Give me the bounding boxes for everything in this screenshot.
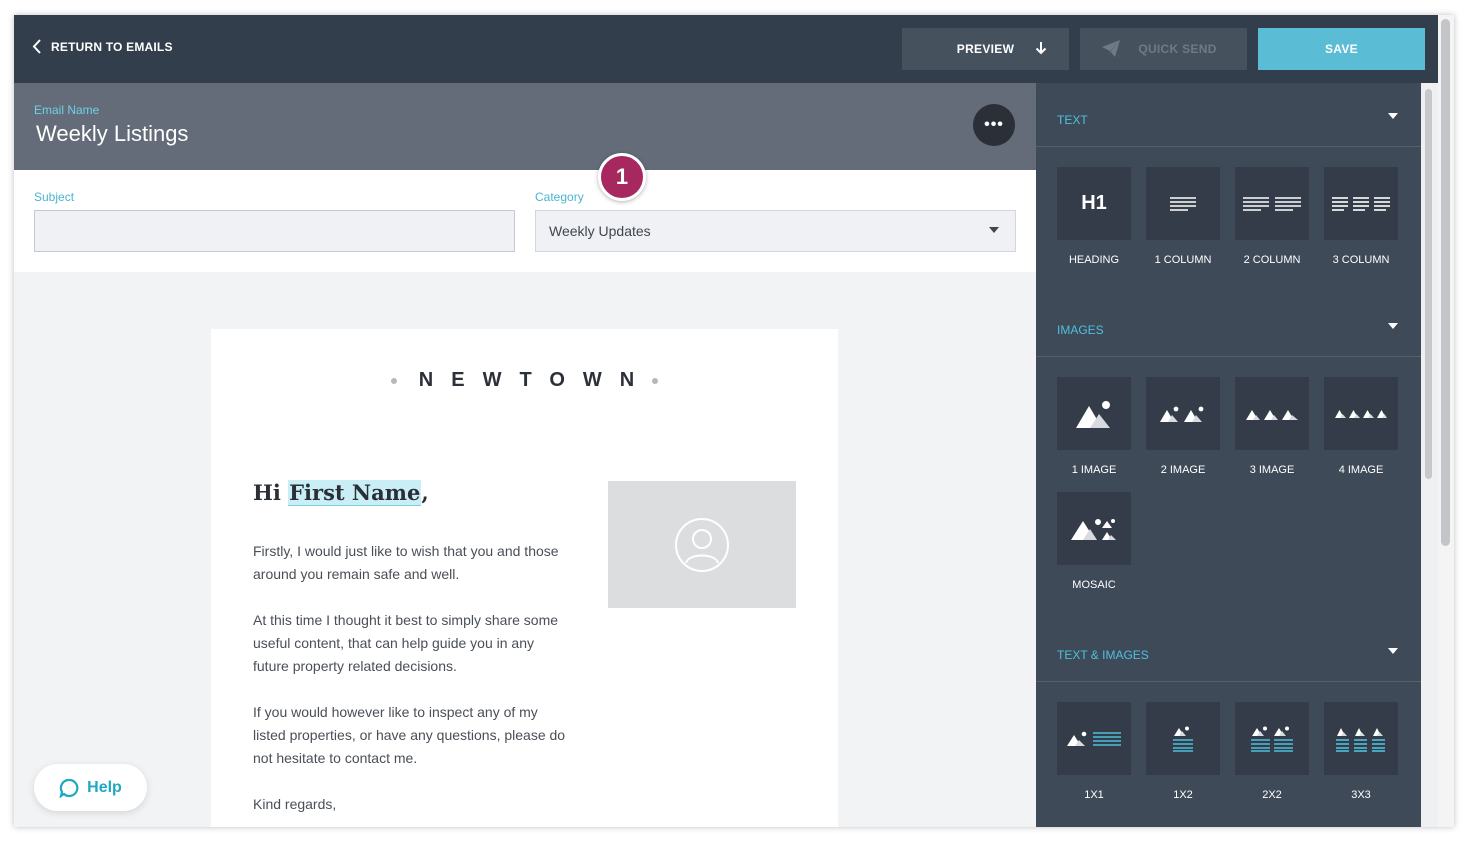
- text-image-1x2-tile[interactable]: [1146, 702, 1220, 775]
- text-section-title[interactable]: TEXT: [1057, 113, 1088, 127]
- one-image-block-tile[interactable]: [1057, 377, 1131, 450]
- paper-plane-icon: [1102, 40, 1120, 57]
- profile-image-placeholder[interactable]: [608, 481, 796, 608]
- four-image-block-tile[interactable]: [1324, 377, 1398, 450]
- tile-label: 1 IMAGE: [1071, 464, 1117, 476]
- email-name-value[interactable]: Weekly Listings: [36, 121, 188, 147]
- greeting-prefix: Hi: [253, 480, 289, 505]
- section-divider: [1036, 146, 1421, 147]
- section-divider: [1036, 681, 1421, 682]
- ellipsis-icon: •••: [984, 116, 1004, 133]
- preview-button[interactable]: PREVIEW: [902, 28, 1069, 70]
- mosaic-images-icon: [1071, 518, 1116, 540]
- body-paragraph[interactable]: Firstly, I would just like to wish that …: [253, 540, 573, 586]
- save-button[interactable]: SAVE: [1258, 28, 1425, 70]
- subject-category-row: Subject Category Weekly Updates: [14, 170, 1036, 272]
- text-image-3x3-tile[interactable]: [1324, 702, 1398, 775]
- category-label: Category: [535, 190, 584, 204]
- category-select[interactable]: Weekly Updates: [535, 210, 1016, 252]
- heading-glyph: H1: [1081, 192, 1107, 214]
- page-scrollbar[interactable]: [1438, 15, 1454, 827]
- text-images-section-title[interactable]: TEXT & IMAGES: [1057, 648, 1149, 662]
- subject-input[interactable]: [34, 210, 515, 252]
- two-image-block-tile[interactable]: [1146, 377, 1220, 450]
- tile-label: 1 COLUMN: [1154, 254, 1212, 266]
- quick-send-button[interactable]: QUICK SEND: [1080, 28, 1247, 70]
- tile-label: 3 IMAGE: [1249, 464, 1295, 476]
- chevron-left-icon: [32, 39, 41, 54]
- four-mountain-images-icon: [1335, 410, 1387, 418]
- two-mountain-images-icon: [1160, 406, 1204, 422]
- quick-send-label: QUICK SEND: [1138, 42, 1217, 56]
- two-column-block-tile[interactable]: [1235, 167, 1309, 240]
- mountain-image-icon: [1076, 400, 1110, 428]
- three-mountain-images-icon: [1246, 409, 1298, 420]
- body-paragraph[interactable]: At this time I thought it best to simply…: [253, 609, 573, 678]
- logo-text: NEWTOWN: [418, 369, 653, 391]
- return-to-emails-link[interactable]: RETURN TO EMAILS: [32, 39, 173, 54]
- images-section-title[interactable]: IMAGES: [1057, 323, 1104, 337]
- caret-down-icon[interactable]: [1388, 323, 1398, 329]
- section-divider: [1036, 356, 1421, 357]
- email-name-header: Email Name Weekly Listings •••: [14, 83, 1036, 170]
- three-column-icon: [1332, 196, 1390, 211]
- tile-label: 3X3: [1351, 789, 1371, 801]
- top-bar: RETURN TO EMAILS PREVIEW QUICK SEND SAVE: [14, 15, 1438, 83]
- subject-label: Subject: [34, 190, 75, 204]
- logo-dot-right: [652, 377, 659, 384]
- tile-label: HEADING: [1068, 254, 1120, 266]
- user-avatar-icon: [675, 517, 729, 572]
- panel-scrollbar[interactable]: [1421, 83, 1438, 827]
- heading-block-tile[interactable]: H1: [1057, 167, 1131, 240]
- text-image-1x1-tile[interactable]: [1057, 702, 1131, 775]
- tile-label: MOSAIC: [1072, 579, 1116, 591]
- tile-label: 2 COLUMN: [1243, 254, 1301, 266]
- category-value: Weekly Updates: [549, 223, 651, 239]
- help-label: Help: [87, 778, 122, 796]
- return-label: RETURN TO EMAILS: [51, 39, 173, 54]
- email-editor-window: RETURN TO EMAILS PREVIEW QUICK SEND SAVE…: [14, 15, 1454, 827]
- tile-label: 2 IMAGE: [1160, 464, 1206, 476]
- one-column-block-tile[interactable]: [1146, 167, 1220, 240]
- arrow-down-icon: [1035, 42, 1047, 55]
- caret-down-icon: [989, 227, 999, 233]
- save-label: SAVE: [1325, 42, 1358, 56]
- tile-label: 1X1: [1084, 789, 1104, 801]
- panel-scroll-thumb[interactable]: [1425, 89, 1432, 479]
- first-name-merge-tag[interactable]: First Name: [288, 480, 422, 506]
- blocks-panel: TEXT H1 HEADING 1 COLUMN 2 COLUMN 3 COLU…: [1036, 83, 1421, 827]
- body-paragraph[interactable]: Kind regards,: [253, 793, 573, 816]
- mosaic-block-tile[interactable]: [1057, 492, 1131, 565]
- tile-label: 2X2: [1262, 789, 1282, 801]
- tile-label: 3 COLUMN: [1332, 254, 1390, 266]
- three-image-block-tile[interactable]: [1235, 377, 1309, 450]
- greeting-suffix: ,: [421, 480, 429, 505]
- page-scroll-thumb[interactable]: [1441, 19, 1450, 546]
- tile-label: 1X2: [1173, 789, 1193, 801]
- text-image-2x2-tile[interactable]: [1235, 702, 1309, 775]
- image-with-text-icon: [1067, 731, 1121, 746]
- three-column-block-tile[interactable]: [1324, 167, 1398, 240]
- greeting-heading[interactable]: Hi First Name,: [253, 480, 429, 506]
- body-paragraph[interactable]: If you would however like to inspect any…: [253, 701, 573, 770]
- two-column-icon: [1243, 196, 1301, 211]
- three-images-over-text-icon: [1336, 727, 1385, 752]
- two-images-over-text-icon: [1251, 726, 1293, 752]
- image-over-text-icon: [1173, 726, 1193, 752]
- newtown-logo: NEWTOWN: [211, 369, 838, 392]
- email-canvas[interactable]: NEWTOWN Hi First Name, Firstly, I would …: [211, 329, 838, 827]
- more-options-button[interactable]: •••: [973, 104, 1015, 146]
- step-badge: 1: [598, 153, 646, 201]
- logo-dot-left: [390, 377, 397, 384]
- chat-bubble-icon: [59, 778, 79, 798]
- caret-down-icon[interactable]: [1388, 113, 1398, 119]
- preview-label: PREVIEW: [956, 42, 1015, 56]
- tile-label: 4 IMAGE: [1338, 464, 1384, 476]
- one-column-icon: [1170, 196, 1196, 211]
- caret-down-icon[interactable]: [1388, 648, 1398, 654]
- email-name-label: Email Name: [34, 103, 100, 117]
- help-button[interactable]: Help: [34, 764, 147, 811]
